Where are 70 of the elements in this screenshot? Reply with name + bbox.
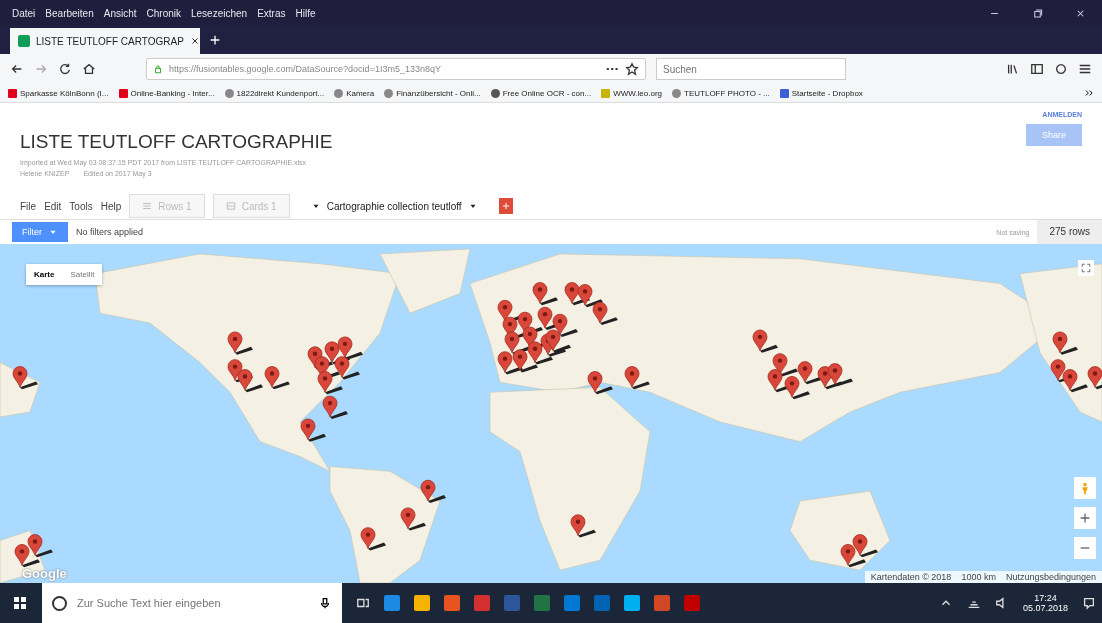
map-type-tab[interactable]: Satellit (62, 264, 103, 285)
bookmark[interactable]: Finanzübersicht - Onli... (384, 88, 481, 98)
row-count: 275 rows (1037, 220, 1102, 244)
bookmark[interactable]: Sparkasse KölnBonn (I... (8, 88, 109, 98)
star-icon[interactable] (625, 62, 639, 76)
back-icon[interactable] (10, 62, 24, 76)
restore-icon[interactable] (1032, 7, 1043, 19)
terms-link[interactable]: Nutzungsbedingungen (1005, 572, 1096, 582)
menu-item[interactable]: Tools (69, 200, 93, 212)
menu-item[interactable]: Edit (44, 200, 62, 212)
fullscreen-icon (1081, 263, 1091, 273)
bookmark-icon (118, 88, 128, 98)
address-bar[interactable]: https://fusiontables.google.com/DataSource?docid=1I3m5_133n8qY (146, 58, 646, 80)
browser-tab[interactable]: LISTE TEUTLOFF CARTOGRAP (10, 28, 200, 54)
bookmark-icon (334, 88, 344, 98)
page-title: LISTE TEUTLOFF CARTOGRAPHIE (20, 131, 333, 153)
menu-item[interactable]: Chronik (146, 7, 181, 19)
zoom-in-button[interactable] (1074, 507, 1096, 529)
menu-item[interactable]: Help (100, 200, 122, 212)
bookmark[interactable]: WWW.leo.org (601, 88, 663, 98)
bookmark-icon (384, 88, 394, 98)
menu-icon[interactable] (1078, 62, 1092, 76)
bookmark[interactable]: TEUTLOFF PHOTO - ... (672, 88, 770, 98)
menu-item[interactable]: Datei (12, 7, 36, 19)
clock-date: 05.07.2018 (1022, 603, 1068, 613)
reload-icon[interactable] (58, 62, 72, 76)
bookmark-icon (490, 88, 500, 98)
home-icon[interactable] (82, 62, 96, 76)
map-attribution: Kartendaten © 2018 (870, 572, 952, 582)
bookmark-icon (224, 88, 234, 98)
menu-item[interactable]: Bearbeiten (45, 7, 94, 19)
menu-item[interactable]: Hilfe (295, 7, 316, 19)
menu-item[interactable]: Ansicht (103, 7, 137, 19)
bookmark-icon (601, 88, 611, 98)
plus-icon (1078, 511, 1092, 525)
library-icon[interactable] (1006, 62, 1020, 76)
cards-icon (225, 201, 236, 211)
task-view-icon[interactable] (356, 596, 370, 610)
lock-icon (153, 64, 163, 74)
bookmark[interactable]: 1822direkt Kundenport... (224, 88, 325, 98)
bookmark[interactable]: Online-Banking - Inter... (118, 88, 215, 98)
notification-icon[interactable] (1082, 596, 1096, 610)
clock-time: 17:24 (1034, 593, 1057, 603)
filter-status: No filters applied (76, 227, 144, 237)
menu-item[interactable]: Extras (257, 7, 286, 19)
menu-item[interactable]: Lesezeichen (191, 7, 248, 19)
rows-icon (142, 201, 153, 211)
plus-icon (500, 201, 511, 211)
bookmark[interactable]: Kamera (334, 88, 375, 98)
bookmark-icon (672, 88, 682, 98)
add-tab-button[interactable] (498, 198, 513, 214)
menu-item[interactable]: File (20, 200, 37, 212)
chevron-icon[interactable] (1084, 88, 1094, 98)
sidebar-icon[interactable] (1030, 62, 1044, 76)
circle-icon (52, 595, 67, 611)
fullscreen-button[interactable] (1078, 260, 1094, 276)
bookmark[interactable]: Startseite - Dropbox (779, 88, 863, 98)
close-icon[interactable] (189, 36, 200, 46)
map-logo: Google (22, 566, 67, 581)
map-scale: 1000 km (961, 572, 996, 582)
bookmark-icon (779, 88, 789, 98)
map-type-tab[interactable]: Karte (26, 264, 63, 285)
search-field[interactable]: Suchen (656, 58, 846, 80)
microphone-icon[interactable] (318, 596, 332, 610)
zoom-out-button[interactable] (1074, 537, 1096, 559)
bookmark-icon (8, 88, 17, 98)
new-tab-icon[interactable] (208, 33, 222, 47)
windows-icon[interactable] (12, 595, 28, 611)
taskbar-search-box[interactable]: Zur Suche Text hier eingeben (42, 583, 342, 623)
bookmark[interactable]: Free Online OCR - con... (490, 88, 592, 98)
